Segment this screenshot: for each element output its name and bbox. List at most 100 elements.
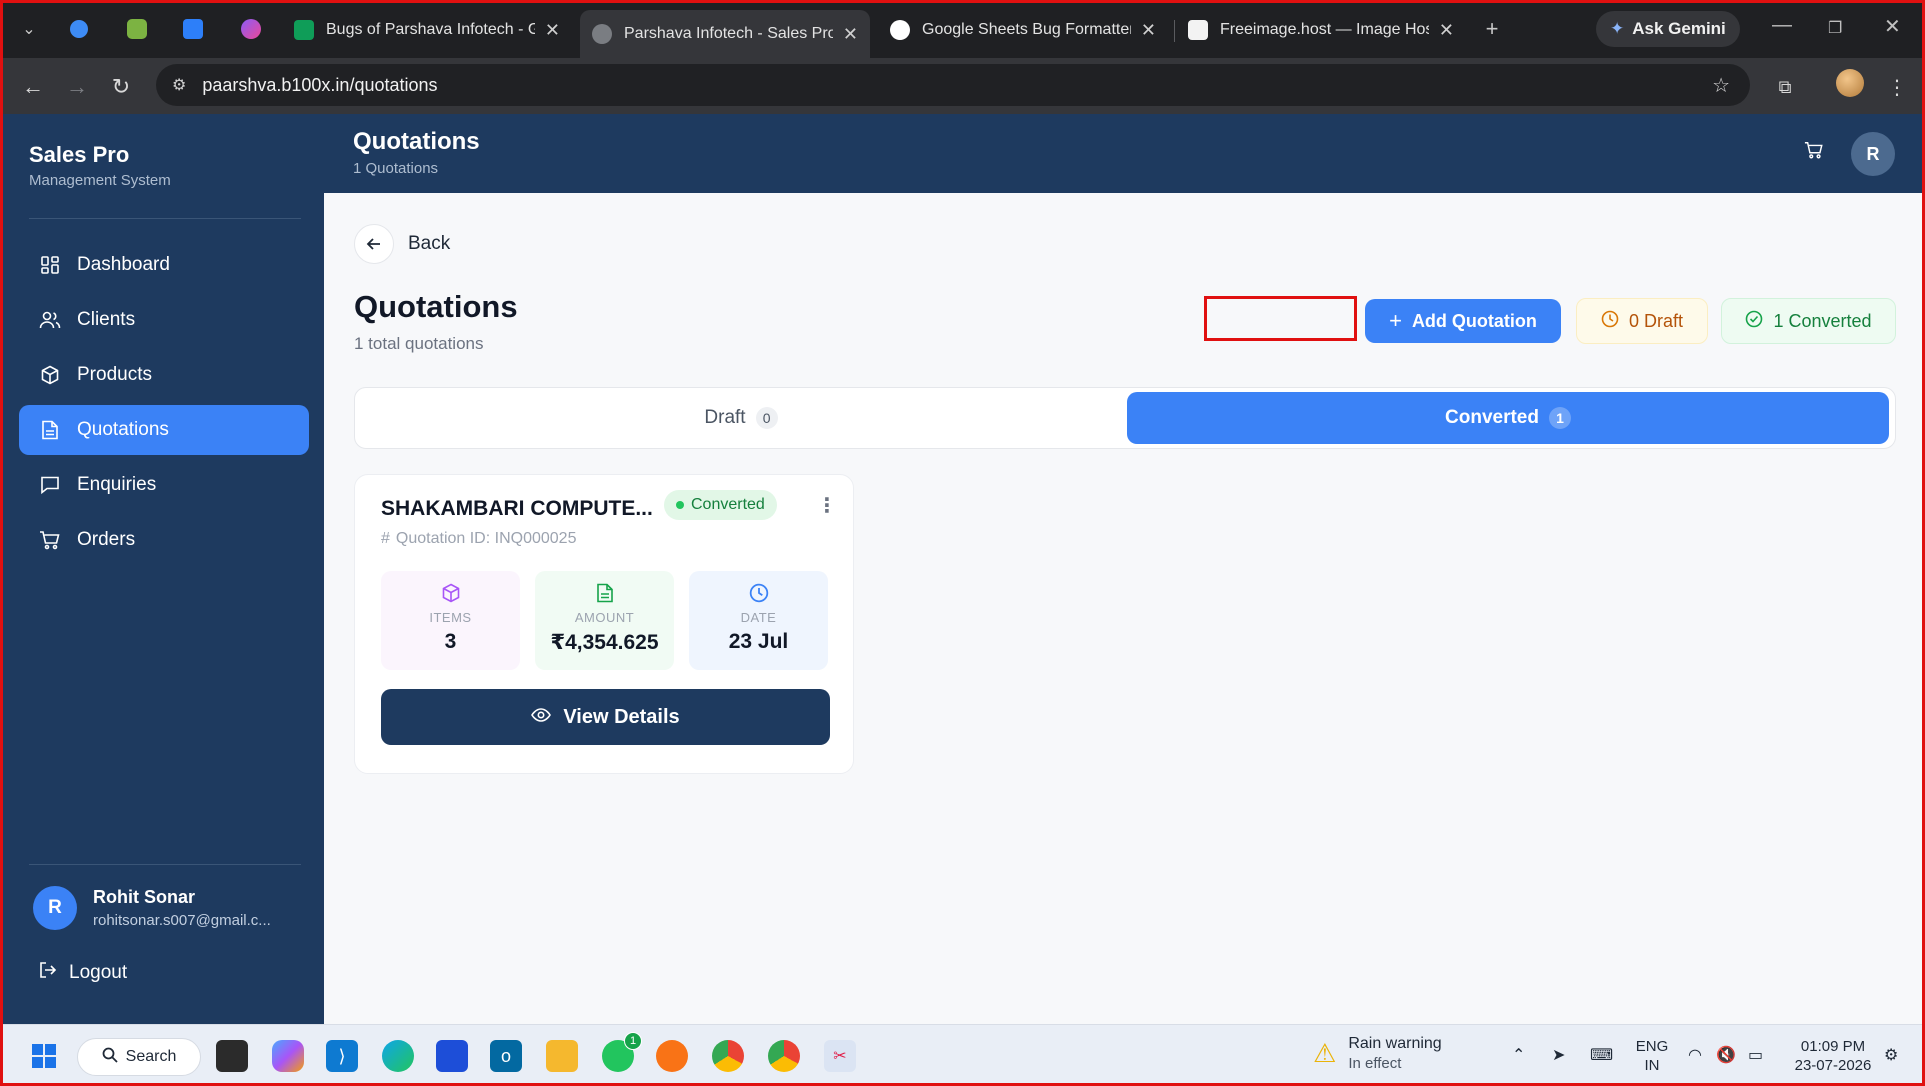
arrow-left-icon — [354, 224, 394, 264]
file-explorer-icon[interactable] — [546, 1040, 578, 1072]
profile-avatar[interactable] — [1836, 69, 1864, 97]
browser-toolbar: ← → ↻ ⚙ paarshva.b100x.in/quotations ☆ ⧉… — [0, 58, 1925, 114]
brand-subtitle: Management System — [29, 172, 171, 189]
outlook-icon[interactable]: o — [490, 1040, 522, 1072]
battery-icon[interactable]: ▭ — [1748, 1045, 1763, 1065]
restore-icon[interactable]: ❐ — [1828, 18, 1842, 38]
sidebar-item-orders[interactable]: Orders — [19, 515, 309, 565]
whatsapp-icon[interactable]: 1 — [602, 1032, 642, 1072]
chrome-icon[interactable] — [712, 1040, 744, 1072]
vscode-icon[interactable]: ⟩ — [326, 1040, 358, 1072]
notification-badge: 1 — [624, 1032, 642, 1050]
snipping-tool-icon[interactable]: ✂ — [824, 1040, 856, 1072]
brand-name: Sales Pro — [29, 142, 130, 167]
clock-icon — [1601, 310, 1619, 333]
location-icon[interactable]: ➤ — [1552, 1045, 1565, 1065]
client-name: SHAKAMBARI COMPUTE... — [381, 497, 653, 520]
pinned-tab-2[interactable] — [120, 12, 154, 46]
new-tab-icon[interactable]: + — [1475, 12, 1509, 46]
cart-icon[interactable] — [1804, 140, 1824, 165]
notification-settings-icon[interactable]: ⚙ — [1884, 1045, 1898, 1065]
back-arrow-icon[interactable]: ← — [16, 70, 50, 104]
taskbar-search[interactable]: Search — [77, 1038, 201, 1076]
store-icon[interactable] — [436, 1040, 468, 1072]
close-tab-icon[interactable]: ✕ — [1141, 20, 1156, 41]
close-tab-icon[interactable]: ✕ — [843, 24, 858, 45]
eye-icon — [531, 706, 552, 729]
sidebar-item-products[interactable]: Products — [19, 350, 309, 400]
close-tab-icon[interactable]: ✕ — [1439, 20, 1454, 41]
app-root: Sales Pro Management System Dashboard Cl… — [3, 114, 1922, 1024]
sidebar-item-enquiries[interactable]: Enquiries — [19, 460, 309, 510]
sidebar-item-dashboard[interactable]: Dashboard — [19, 240, 309, 290]
status-dot-icon — [676, 501, 684, 509]
sidebar-item-quotations[interactable]: Quotations — [19, 405, 309, 455]
browser-tab-freeimage[interactable]: Freeimage.host — Image Hostin ✕ — [1176, 10, 1466, 50]
more-options-icon[interactable]: ⋮ — [817, 493, 837, 518]
pinned-tab-4[interactable] — [234, 12, 268, 46]
browser-tab-bug-formatter[interactable]: Google Sheets Bug Formatter ✕ — [878, 10, 1168, 50]
add-quotation-button[interactable]: + Add Quotation — [1365, 299, 1561, 343]
wifi-icon[interactable]: ◠ — [1688, 1045, 1702, 1065]
site-info-icon[interactable]: ⚙ — [172, 75, 186, 95]
close-window-icon[interactable]: ✕ — [1884, 14, 1901, 39]
stat-items: ITEMS 3 — [381, 571, 520, 670]
logout-button[interactable]: Logout — [39, 961, 127, 985]
status-badge: Converted — [664, 490, 777, 520]
back-button[interactable]: Back — [354, 224, 450, 264]
sidebar-item-clients[interactable]: Clients — [19, 295, 309, 345]
header-subtitle: 1 Quotations — [353, 160, 439, 177]
reload-icon[interactable]: ↻ — [104, 70, 138, 104]
browser-menu-icon[interactable]: ⋮ — [1880, 70, 1914, 104]
pinned-tab-3[interactable] — [176, 12, 210, 46]
browser-tab-bugs[interactable]: Bugs of Parshava Infotech - Goo ✕ — [282, 10, 572, 50]
browser-tab-sales-pro[interactable]: Parshava Infotech - Sales Pro | S ✕ — [580, 10, 870, 58]
globe-favicon-icon — [592, 24, 612, 44]
copilot-icon[interactable] — [272, 1040, 304, 1072]
language-indicator[interactable]: ENG IN — [1632, 1037, 1672, 1075]
volume-muted-icon[interactable]: 🔇 — [1716, 1045, 1736, 1065]
document-icon — [39, 419, 61, 441]
close-tab-icon[interactable]: ✕ — [545, 20, 560, 41]
weather-widget[interactable]: ⚠ Rain warning In effect — [1313, 1035, 1442, 1072]
stat-date: DATE 23 Jul — [689, 571, 828, 670]
quotation-id: # Quotation ID: INQ000025 — [381, 530, 577, 547]
gemini-star-icon: ✦ — [1610, 19, 1625, 38]
pinned-tab-1[interactable] — [62, 12, 96, 46]
clock[interactable]: 01:09 PM 23-07-2026 — [1788, 1037, 1878, 1075]
logout-icon — [39, 961, 57, 985]
divider — [29, 218, 301, 219]
ask-gemini-button[interactable]: ✦ Ask Gemini — [1596, 11, 1740, 47]
warning-icon: ⚠ — [1313, 1038, 1337, 1068]
windows-start-icon[interactable] — [28, 1040, 60, 1072]
grid-icon — [39, 254, 61, 276]
search-icon — [102, 1047, 118, 1068]
address-bar[interactable]: ⚙ paarshva.b100x.in/quotations ☆ — [156, 64, 1750, 106]
avatar: R — [33, 886, 77, 930]
divider — [29, 864, 301, 865]
header-avatar[interactable]: R — [1851, 132, 1895, 176]
freeimage-favicon-icon — [1188, 20, 1208, 40]
stat-amount: AMOUNT ₹4,354.625 — [535, 571, 674, 670]
box-icon — [39, 364, 61, 386]
chevron-up-icon[interactable]: ⌃ — [1512, 1045, 1525, 1065]
forward-arrow-icon[interactable]: → — [60, 70, 94, 104]
tab-converted[interactable]: Converted 1 — [1127, 392, 1889, 444]
sheets-favicon-icon — [294, 20, 314, 40]
keyboard-icon[interactable]: ⌨ — [1590, 1045, 1613, 1065]
tab-draft[interactable]: Draft 0 — [359, 392, 1123, 444]
extensions-icon[interactable]: ⧉ — [1768, 70, 1802, 104]
user-name: Rohit Sonar — [93, 887, 195, 907]
browser-tab-strip: ⌄ Bugs of Parshava Infotech - Goo ✕ Pars… — [0, 0, 1925, 58]
user-profile[interactable]: R Rohit Sonar rohitsonar.s007@gmail.c... — [33, 886, 288, 930]
postman-icon[interactable] — [656, 1040, 688, 1072]
annotation-highlight-box — [1204, 296, 1357, 341]
minimize-icon[interactable]: — — [1772, 14, 1792, 37]
view-details-button[interactable]: View Details — [381, 689, 830, 745]
edge-icon[interactable] — [382, 1040, 414, 1072]
task-view-icon[interactable] — [216, 1040, 248, 1072]
chrome-profile-icon[interactable] — [768, 1040, 800, 1072]
bookmark-star-icon[interactable]: ☆ — [1712, 73, 1730, 98]
tab-search-chevron-icon[interactable]: ⌄ — [12, 12, 46, 46]
tab-count-badge: 0 — [755, 407, 778, 429]
